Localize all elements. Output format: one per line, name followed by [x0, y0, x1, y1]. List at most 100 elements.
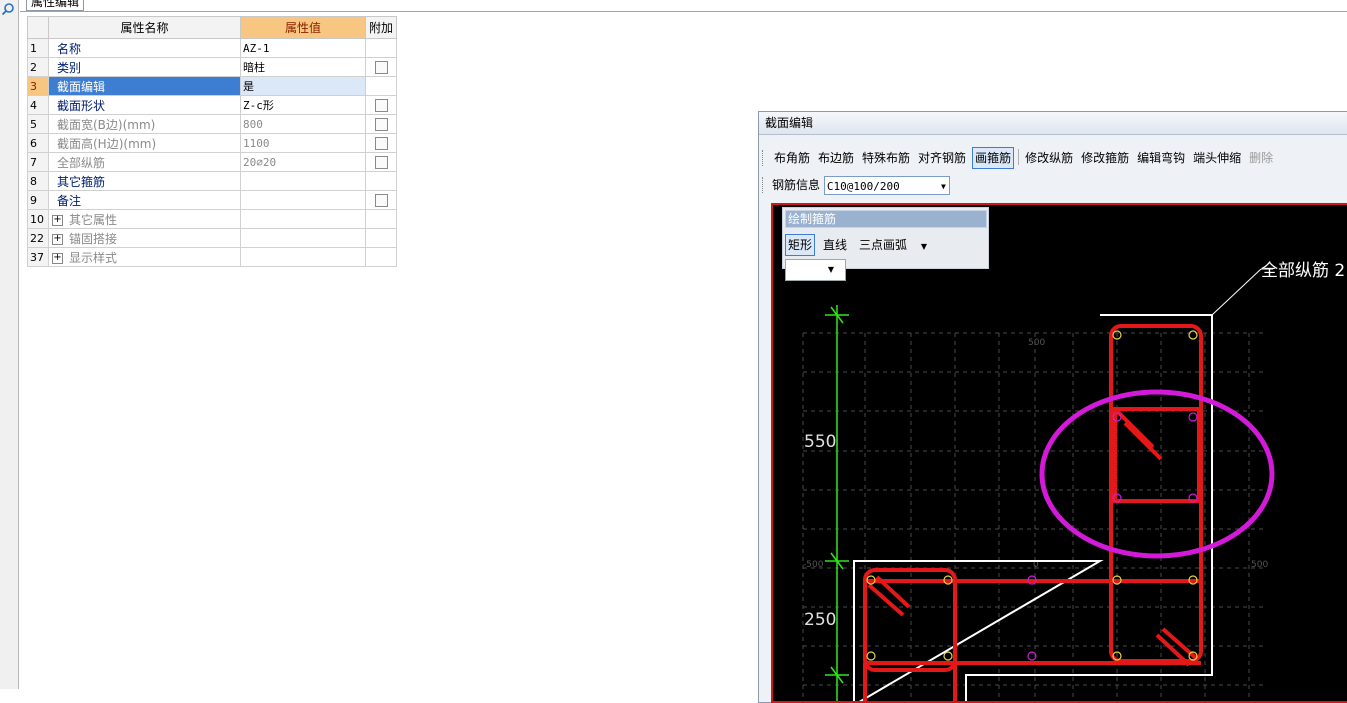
- table-row[interactable]: 37 + 显示样式: [27, 247, 397, 267]
- tab-property-edit[interactable]: 属性编辑: [26, 0, 85, 11]
- extra-checkbox[interactable]: [374, 118, 388, 131]
- row-number: 9: [27, 190, 49, 210]
- toolbar-grip[interactable]: [762, 150, 766, 166]
- property-group: + 锚固搭接: [48, 228, 241, 248]
- grid-header-row: 属性名称 属性值 附加: [27, 16, 397, 39]
- table-row[interactable]: 3 截面编辑 是: [27, 76, 397, 96]
- rebar-info-select[interactable]: C10@100/200 ▼: [823, 176, 950, 195]
- extra-checkbox[interactable]: [374, 99, 388, 112]
- chevron-down-icon: ▼: [941, 182, 946, 191]
- arc-mode-button[interactable]: 三点画弧 ▼: [855, 234, 937, 258]
- left-strip: [0, 0, 19, 689]
- header-name[interactable]: 属性名称: [48, 16, 241, 39]
- property-value[interactable]: [240, 190, 366, 210]
- line-mode-button[interactable]: 直线: [821, 234, 849, 256]
- property-name: 名称: [48, 38, 241, 58]
- header-extra[interactable]: 附加: [365, 16, 397, 39]
- property-value[interactable]: 暗柱: [240, 57, 366, 77]
- table-row[interactable]: 22 + 锚固搭接: [27, 228, 397, 248]
- stirrup-vertical: [1109, 324, 1203, 663]
- special-bar-button[interactable]: 特殊布筋: [860, 148, 912, 168]
- expand-icon[interactable]: +: [52, 233, 63, 245]
- align-bar-button[interactable]: 对齐钢筋: [916, 148, 968, 168]
- grid-label: 500: [1251, 560, 1268, 570]
- rebar-info-value: C10@100/200: [826, 180, 900, 193]
- extra-cell: [365, 190, 397, 210]
- delete-button[interactable]: 删除: [1247, 148, 1275, 168]
- table-row[interactable]: 10 + 其它属性: [27, 209, 397, 229]
- panel-title: 截面编辑: [759, 112, 1347, 135]
- table-row[interactable]: 5 截面宽(B边)(mm) 800: [27, 114, 397, 134]
- drawing-canvas[interactable]: 500 -500 0 500 550 250 全部纵筋 2 绘制箍筋 矩形 直线…: [771, 203, 1347, 703]
- section-toolbar: 布角筋 布边筋 特殊布筋 对齐钢筋 画箍筋 修改纵筋 修改箍筋 编辑弯钩 端头伸缩 删除: [772, 147, 1279, 169]
- group-label: 锚固搭接: [69, 231, 118, 246]
- property-name: 备注: [48, 190, 241, 210]
- rebar-points: [866, 330, 1198, 661]
- extra-cell: [365, 38, 397, 58]
- chevron-down-icon: ▼: [920, 242, 928, 251]
- property-grid: 属性名称 属性值 附加 1 名称 AZ-1 2 类别 暗柱 3 截面编辑 是 4…: [27, 16, 397, 267]
- tab-bar: 属性编辑: [20, 0, 1347, 12]
- search-icon[interactable]: [1, 2, 15, 16]
- property-name: 其它箍筋: [48, 171, 241, 191]
- section-drawing[interactable]: 500 -500 0 500 550 250 全部纵筋 2: [773, 205, 1347, 703]
- extra-checkbox[interactable]: [374, 137, 388, 150]
- extra-cell: [365, 114, 397, 134]
- header-corner: [27, 16, 49, 39]
- extra-cell: [365, 247, 397, 267]
- draw-mode-select[interactable]: ▼: [785, 258, 846, 281]
- expand-icon[interactable]: +: [52, 252, 63, 264]
- grid-label: -500: [803, 560, 824, 570]
- edit-hook-button[interactable]: 编辑弯钩: [1135, 148, 1187, 168]
- rect-mode-button[interactable]: 矩形: [785, 234, 816, 256]
- end-stretch-button[interactable]: 端头伸缩: [1191, 148, 1243, 168]
- table-row[interactable]: 7 全部纵筋 20⌀20: [27, 152, 397, 172]
- table-row[interactable]: 2 类别 暗柱: [27, 57, 397, 77]
- row-number: 2: [27, 57, 49, 77]
- background-grid: [802, 332, 1263, 701]
- table-row[interactable]: 4 截面形状 Z-c形: [27, 95, 397, 115]
- group-label: 其它属性: [69, 212, 118, 227]
- property-value[interactable]: [240, 171, 366, 191]
- property-value[interactable]: Z-c形: [240, 95, 366, 115]
- row-number: 8: [27, 171, 49, 191]
- property-value[interactable]: AZ-1: [240, 38, 366, 58]
- table-row[interactable]: 8 其它箍筋: [27, 171, 397, 191]
- dimension-line: [825, 305, 849, 701]
- row-number: 10: [27, 209, 49, 229]
- extra-checkbox[interactable]: [374, 61, 388, 74]
- row-number: 3: [27, 76, 49, 96]
- row-number: 7: [27, 152, 49, 172]
- dimension-label-550: 550: [804, 432, 836, 452]
- extra-cell: [365, 76, 397, 96]
- extra-checkbox[interactable]: [374, 194, 388, 207]
- property-value[interactable]: 20⌀20: [240, 152, 366, 172]
- property-value: [240, 228, 366, 248]
- expand-icon[interactable]: +: [52, 214, 63, 226]
- row-number: 5: [27, 114, 49, 134]
- corner-bar-button[interactable]: 布角筋: [772, 148, 812, 168]
- section-edit-panel: 截面编辑 布角筋 布边筋 特殊布筋 对齐钢筋 画箍筋 修改纵筋 修改箍筋 编辑弯钩 端头伸缩 删除…: [758, 111, 1347, 703]
- modify-longbar-button[interactable]: 修改纵筋: [1023, 148, 1075, 168]
- table-row[interactable]: 1 名称 AZ-1: [27, 38, 397, 58]
- property-value[interactable]: 1100: [240, 133, 366, 153]
- modify-stirrup-button[interactable]: 修改箍筋: [1079, 148, 1131, 168]
- property-value: [240, 247, 366, 267]
- edge-bar-button[interactable]: 布边筋: [816, 148, 856, 168]
- property-value[interactable]: 800: [240, 114, 366, 134]
- toolbar-grip[interactable]: [762, 177, 766, 193]
- extra-cell: [365, 152, 397, 172]
- property-name: 截面编辑: [48, 76, 241, 96]
- draw-stirrup-button[interactable]: 画箍筋: [972, 147, 1015, 169]
- highlight-ellipse: [1039, 389, 1275, 559]
- arc-mode-label: 三点画弧: [859, 238, 908, 252]
- header-value[interactable]: 属性值: [240, 16, 366, 39]
- row-number: 37: [27, 247, 49, 267]
- table-row[interactable]: 9 备注: [27, 190, 397, 210]
- extra-cell: [365, 171, 397, 191]
- section-outline: [853, 314, 1213, 701]
- extra-checkbox[interactable]: [374, 156, 388, 169]
- property-value[interactable]: 是: [240, 76, 366, 96]
- table-row[interactable]: 6 截面高(H边)(mm) 1100: [27, 133, 397, 153]
- draw-toolbar-title: 绘制箍筋: [785, 210, 987, 228]
